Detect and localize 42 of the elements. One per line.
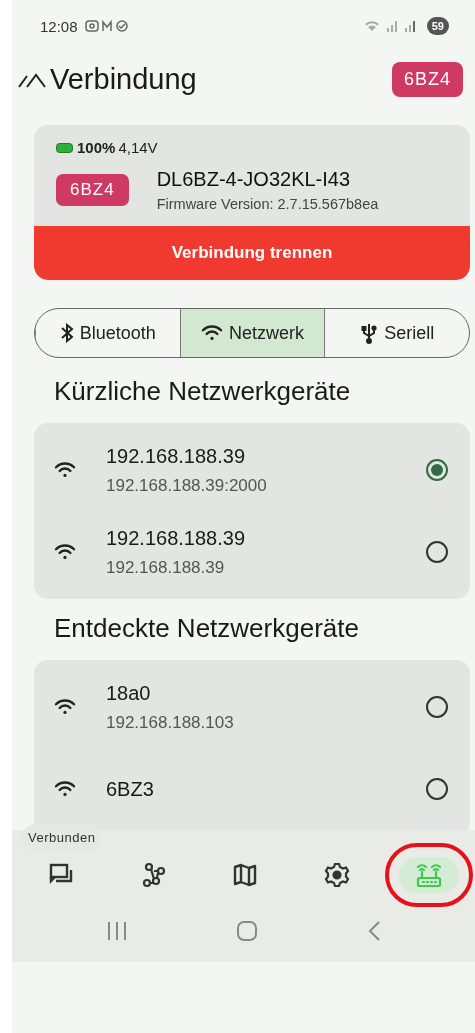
- connection-tab[interactable]: Netzwerk: [179, 309, 325, 357]
- battery-icon: [56, 142, 74, 153]
- wifi-icon: [201, 324, 223, 342]
- connection-tab[interactable]: Bluetooth: [35, 309, 180, 357]
- settings-icon: [324, 862, 351, 888]
- battery-indicator: 59: [426, 17, 449, 35]
- wifi-icon: [54, 461, 76, 479]
- battery-voltage: 4,14V: [118, 139, 158, 156]
- back-icon[interactable]: [366, 920, 381, 942]
- usb-icon: [360, 322, 379, 344]
- nodes-icon: [140, 862, 167, 888]
- device-name[interactable]: 192.168.188.39: [106, 444, 426, 468]
- wifi-icon: [54, 543, 76, 561]
- radio-button[interactable]: [426, 696, 448, 718]
- section-heading: Entdeckte Netzwerkgeräte: [53, 612, 360, 645]
- device-name[interactable]: 192.168.188.39: [106, 526, 426, 550]
- wifi-icon: [54, 698, 76, 716]
- wifi-icon: [54, 780, 76, 798]
- battery-percent: 100%: [77, 139, 116, 156]
- section-heading: Kürzliche Netzwerkgeräte: [53, 375, 352, 408]
- device-address: 192.168.188.103: [106, 712, 235, 733]
- map-icon: [232, 862, 259, 888]
- firmware-version: Firmware Version: 2.7.15.567b8ea: [156, 196, 379, 212]
- radio-button[interactable]: [426, 459, 448, 481]
- recent-apps-icon[interactable]: [106, 921, 129, 941]
- connection-tab[interactable]: Seriell: [324, 309, 469, 357]
- radio-button[interactable]: [426, 778, 448, 800]
- home-icon[interactable]: [236, 920, 259, 942]
- bluetooth-icon: [59, 323, 74, 343]
- router-icon: [415, 861, 444, 889]
- logo-icon: [18, 71, 48, 88]
- device-address: 192.168.188.39:2000: [106, 475, 268, 496]
- page-title: Verbindung: [50, 63, 197, 96]
- device-name[interactable]: 18a0: [106, 681, 426, 705]
- disconnect-button[interactable]: Verbindung trennen: [34, 226, 470, 280]
- node-badge: 6BZ4: [56, 174, 129, 206]
- device-name[interactable]: 6BZ3: [106, 777, 426, 801]
- status-time: 12:08: [40, 17, 78, 35]
- device-name: DL6BZ-4-JO32KL-I43: [156, 168, 352, 191]
- device-address: 192.168.188.39: [106, 557, 226, 578]
- radio-button[interactable]: [426, 541, 448, 563]
- node-badge: 6BZ4: [391, 62, 463, 97]
